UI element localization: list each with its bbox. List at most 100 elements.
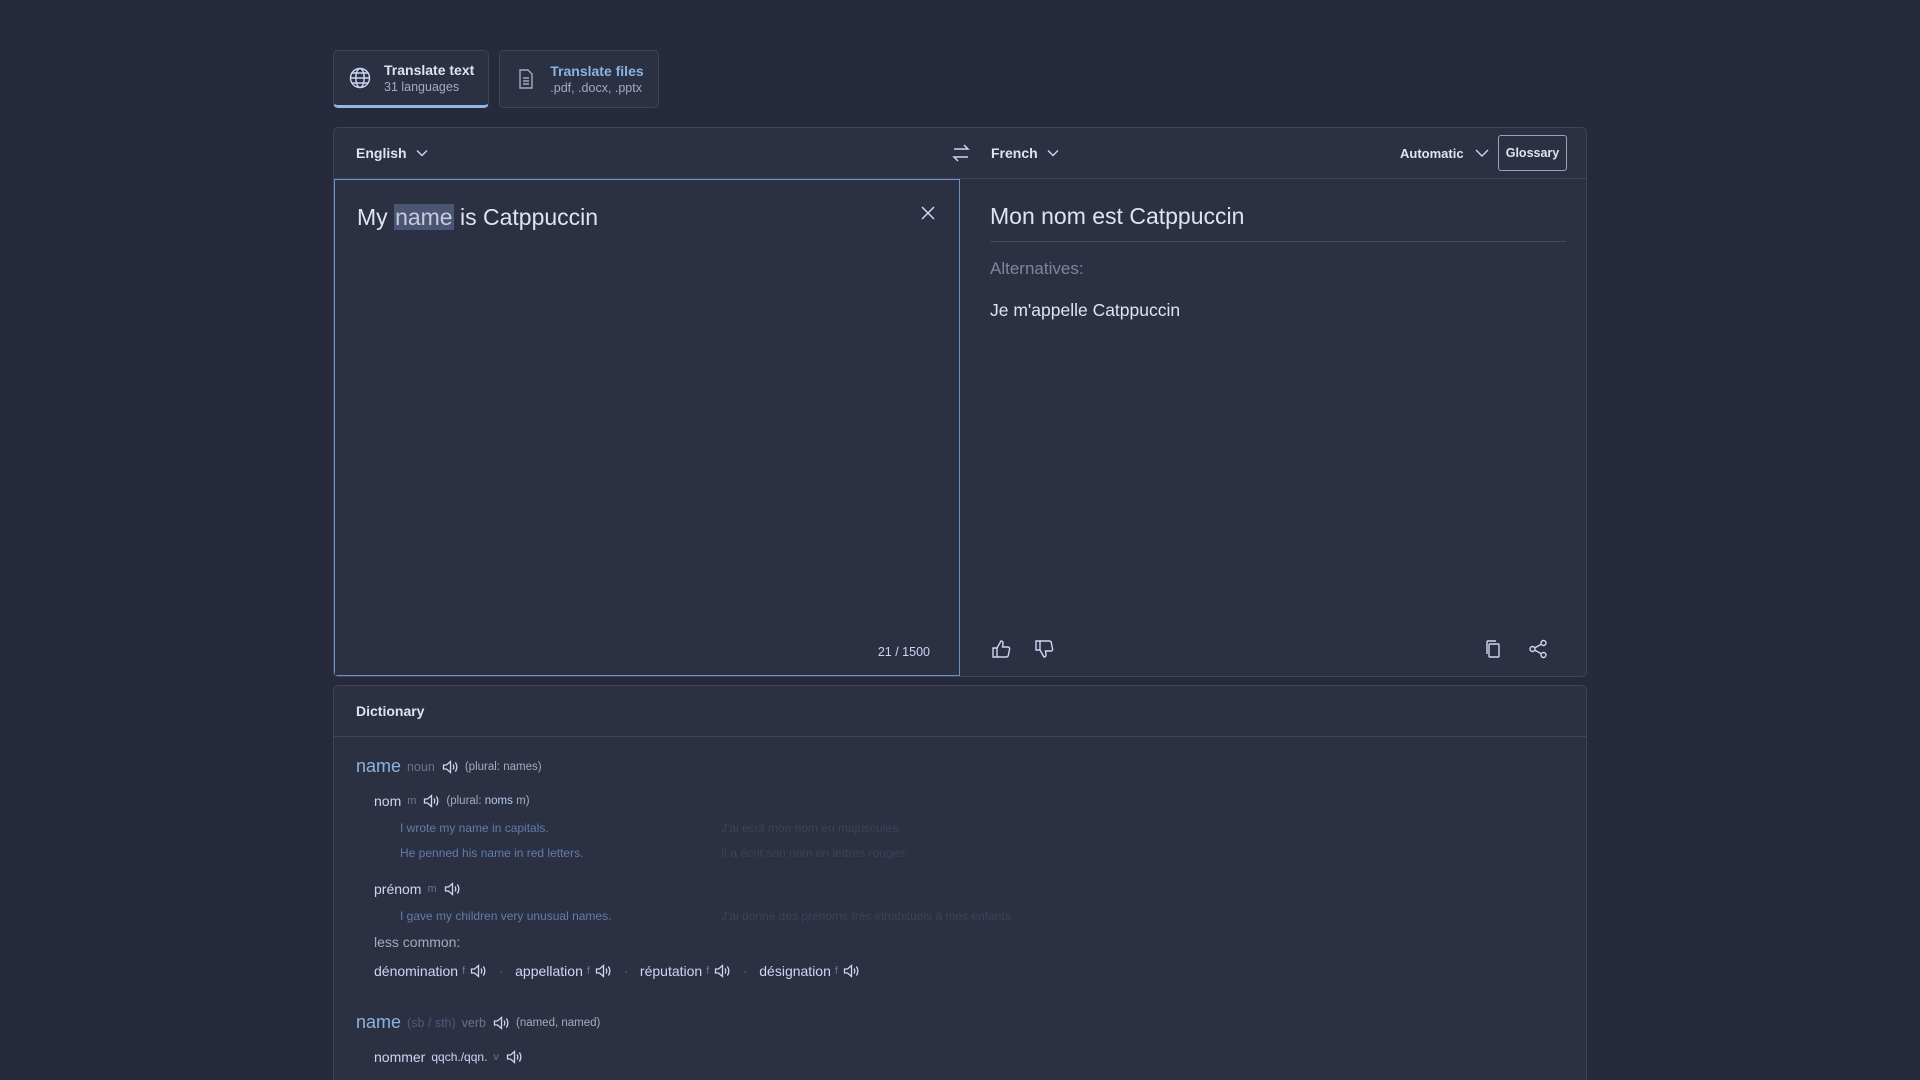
plural-prefix: (plural:: [446, 795, 482, 807]
translation-sense: nom m (plural: noms m): [374, 792, 530, 810]
formality-select[interactable]: Automatic: [1400, 128, 1490, 178]
dictionary-entry: name (sb / sth) verb (named, named): [356, 1012, 600, 1033]
highlighted-word[interactable]: name: [394, 204, 454, 230]
thumbs-down-icon[interactable]: [1033, 638, 1055, 660]
sense-word[interactable]: nommer: [374, 1049, 425, 1065]
part-of-speech: verb: [461, 1015, 486, 1030]
tab-translate-files[interactable]: Translate files .pdf, .docx, .pptx: [499, 50, 659, 108]
example-row: He penned his name in red letters. Il a …: [400, 846, 908, 860]
source-language-label: English: [356, 145, 407, 161]
close-icon[interactable]: [917, 202, 939, 224]
separator: ·: [499, 964, 504, 978]
less-common-list: dénomination f · appellation f · réputat…: [374, 962, 860, 980]
plural-info: (plural: names): [465, 761, 542, 773]
plural-prefix: (plural:: [464, 760, 500, 773]
formality-label: Automatic: [1400, 145, 1464, 161]
chevron-down-icon: [415, 146, 429, 160]
separator: ·: [743, 964, 748, 978]
example-en: I wrote my name in capitals.: [400, 821, 549, 835]
dictionary-header: Dictionary: [334, 686, 1586, 737]
plural-gender: m: [516, 795, 526, 807]
sense-word[interactable]: appellation: [515, 963, 583, 979]
verb-forms: (named, named): [515, 1016, 601, 1029]
sense-word[interactable]: réputation: [640, 963, 702, 979]
dictionary-title: Dictionary: [356, 703, 425, 719]
sense-word[interactable]: dénomination: [374, 963, 458, 979]
speaker-icon[interactable]: [492, 1014, 510, 1032]
source-text-area[interactable]: My name is Catppuccin 21 / 1500: [334, 179, 960, 676]
object-hint: qqch./qqn.: [431, 1050, 488, 1064]
gender-tag: v: [493, 1051, 499, 1063]
gender-tag: f: [462, 965, 466, 977]
translator-panel: English French Automatic Glossary My nam…: [333, 127, 1587, 677]
example-fr: J'ai écrit mon nom en majuscules.: [721, 821, 902, 835]
speaker-icon[interactable]: [594, 962, 612, 980]
tab-translate-text[interactable]: Translate text 31 languages: [333, 50, 490, 108]
translator-app: Translate text 31 languages Translate fi…: [333, 50, 1587, 1080]
plural-word[interactable]: noms: [485, 795, 513, 807]
less-common-label: less common:: [374, 934, 460, 950]
swap-languages-icon[interactable]: [949, 141, 973, 165]
tab-subtitle: .pdf, .docx, .pptx: [550, 80, 642, 95]
alternatives-label: Alternatives:: [990, 259, 1084, 278]
plural-form: names): [503, 760, 542, 773]
character-counter: 21 / 1500: [877, 645, 930, 659]
speaker-icon[interactable]: [842, 962, 860, 980]
language-bar: English French Automatic Glossary: [334, 128, 1586, 179]
source-text[interactable]: My name is Catppuccin: [357, 204, 598, 231]
example-en: I gave my children very unusual names.: [400, 909, 612, 923]
alternative-item[interactable]: Je m'appelle Catppuccin: [990, 300, 1180, 321]
speaker-icon[interactable]: [443, 880, 461, 898]
sense-word[interactable]: prénom: [374, 881, 421, 897]
copy-icon[interactable]: [1482, 638, 1504, 660]
speaker-icon[interactable]: [505, 1048, 523, 1066]
glossary-button[interactable]: Glossary: [1498, 135, 1567, 171]
headword[interactable]: name: [356, 756, 401, 777]
dictionary-entry: name noun (plural: names): [356, 756, 542, 777]
plural-info: (plural: noms m): [446, 795, 529, 807]
sense-word[interactable]: nom: [374, 793, 401, 809]
part-of-speech: noun: [407, 759, 435, 774]
tab-subtitle: 31 languages: [384, 79, 460, 94]
tab-title: Translate text: [384, 61, 475, 78]
gender-tag: f: [586, 965, 590, 977]
document-icon: [514, 67, 538, 91]
example-en: He penned his name in red letters.: [400, 846, 584, 860]
example-fr: J'ai donné des prénoms très inhabituels …: [721, 909, 1015, 923]
target-text-area: Mon nom est Catppuccin Alternatives: Je …: [960, 179, 1586, 676]
speaker-icon[interactable]: [713, 962, 731, 980]
gender-tag: f: [834, 965, 838, 977]
example-fr: Il a écrit son nom en lettres rouges.: [721, 846, 909, 860]
chevron-down-icon: [1046, 146, 1060, 160]
separator: ·: [623, 964, 628, 978]
divider: [990, 241, 1566, 242]
sense-word[interactable]: désignation: [759, 963, 831, 979]
speaker-icon[interactable]: [422, 792, 440, 810]
example-row: I gave my children very unusual names. J…: [400, 909, 1014, 923]
target-language-label: French: [991, 145, 1038, 161]
thumbs-up-icon[interactable]: [990, 638, 1012, 660]
dictionary-panel: Dictionary name noun (plural: names) nom…: [333, 685, 1587, 1080]
share-icon[interactable]: [1527, 638, 1549, 660]
source-language-select[interactable]: English: [356, 128, 429, 178]
example-row: I wrote my name in capitals. J'ai écrit …: [400, 821, 901, 835]
translation-sense: nommer qqch./qqn. v: [374, 1048, 523, 1066]
translation-text[interactable]: Mon nom est Catppuccin: [990, 203, 1244, 230]
less-common-text: less common:: [374, 934, 461, 950]
mode-tabs: Translate text 31 languages Translate fi…: [333, 50, 1587, 108]
plural-close: ): [525, 795, 530, 807]
globe-icon: [348, 66, 372, 90]
headword[interactable]: name: [356, 1012, 401, 1033]
gender-tag: f: [706, 965, 710, 977]
speaker-icon[interactable]: [469, 962, 487, 980]
translation-sense: prénom m: [374, 880, 461, 898]
target-language-select[interactable]: French: [991, 128, 1060, 178]
object-hint: (sb / sth): [407, 1015, 456, 1030]
source-text-part: My: [357, 204, 395, 230]
chevron-down-icon: [1474, 145, 1490, 161]
tab-title: Translate files: [550, 62, 644, 79]
gender-tag: m: [407, 795, 417, 807]
speaker-icon[interactable]: [441, 758, 459, 776]
gender-tag: m: [427, 883, 437, 895]
source-text-part: is Catppuccin: [453, 204, 599, 230]
